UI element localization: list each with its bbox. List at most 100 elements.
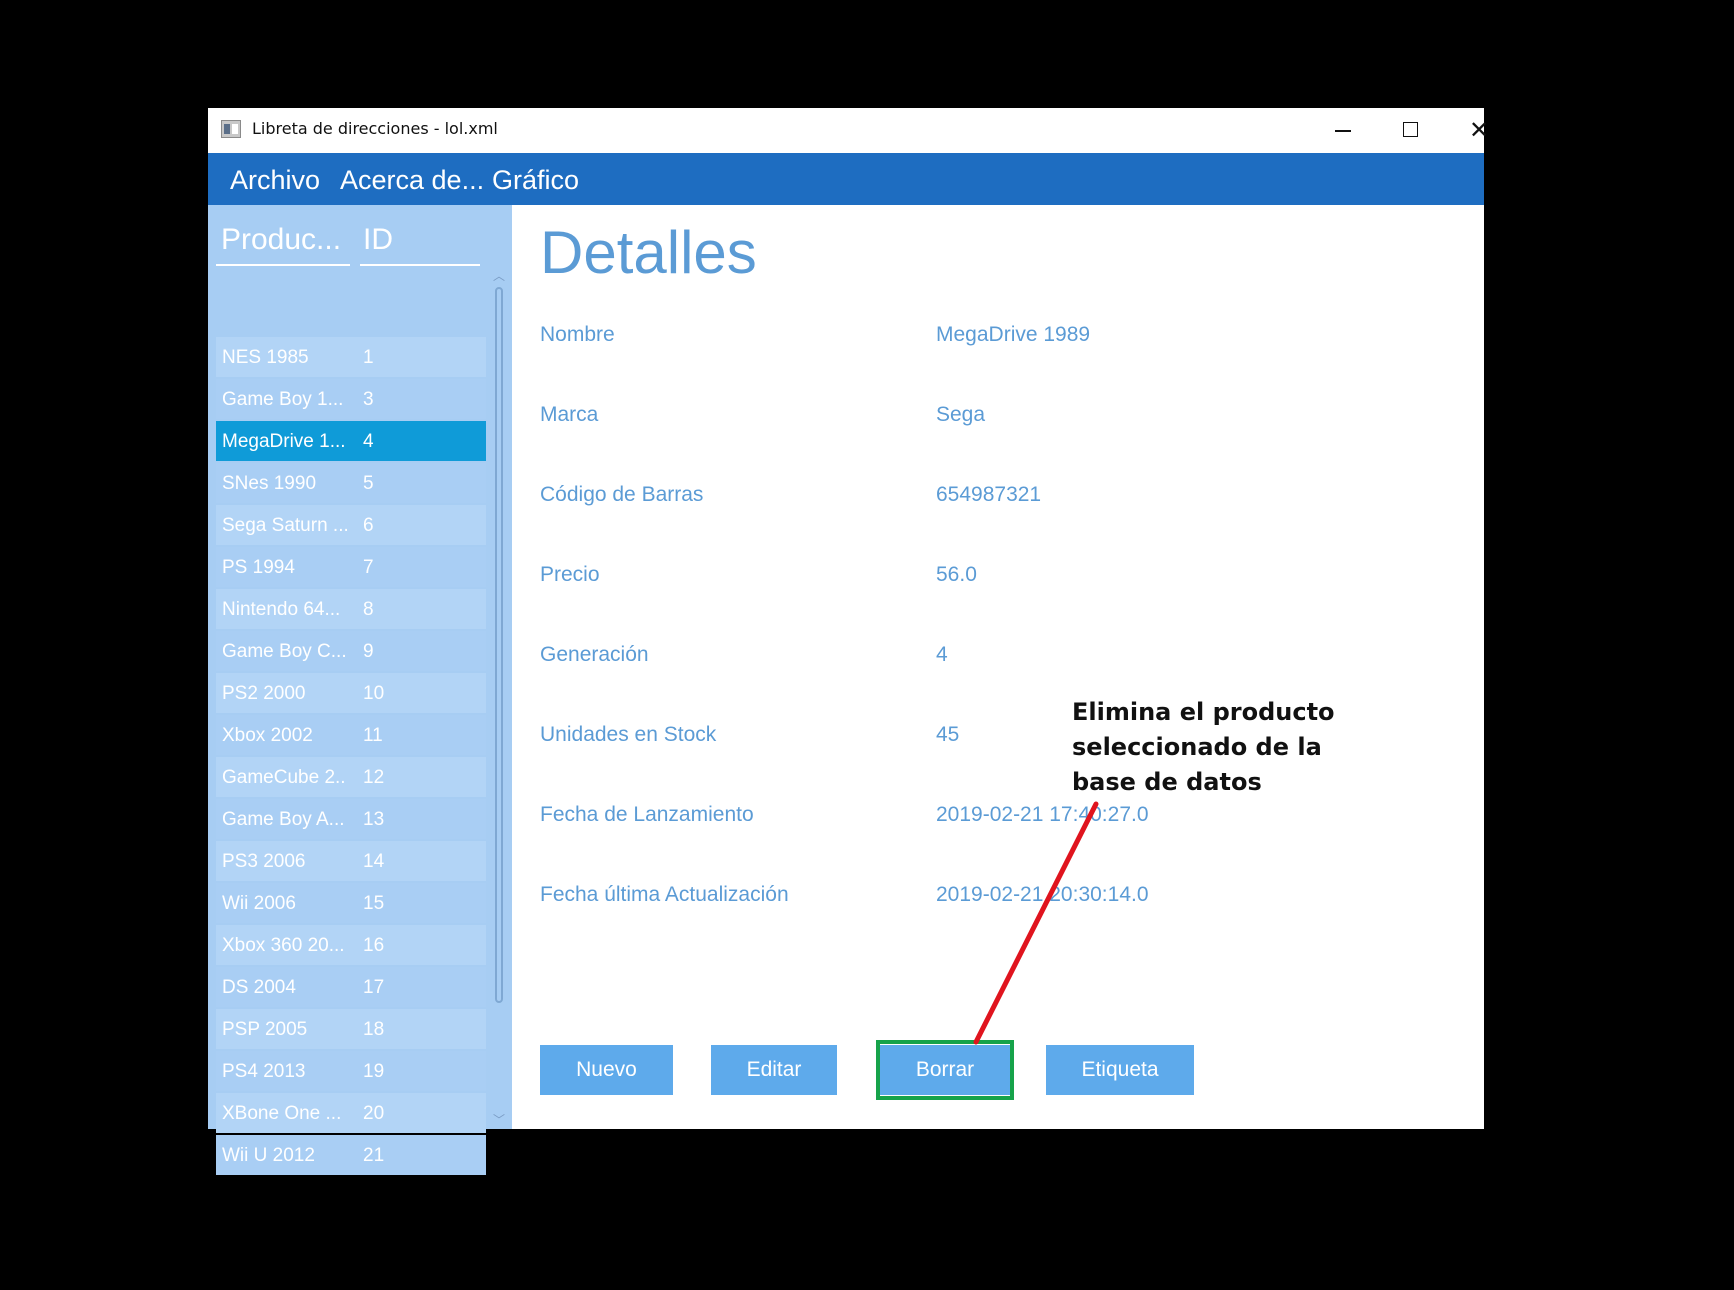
column-header-producto[interactable]: Produc... xyxy=(221,223,346,257)
list-item-id: 19 xyxy=(363,1061,385,1082)
field-label-precio: Precio xyxy=(540,563,600,586)
window-title: Libreta de direcciones - lol.xml xyxy=(252,119,498,138)
list-item-id: 6 xyxy=(363,515,374,536)
list-item[interactable]: Game Boy C... 9 xyxy=(216,631,486,671)
field-label-unidades-stock: Unidades en Stock xyxy=(540,723,717,746)
list-item-name: PS4 2013 xyxy=(222,1061,306,1082)
list-item[interactable]: XBone One ... 20 xyxy=(216,1093,486,1133)
field-value-precio: 56.0 xyxy=(936,563,977,586)
list-item-id: 10 xyxy=(363,683,385,704)
etiqueta-button[interactable]: Etiqueta xyxy=(1046,1045,1194,1095)
field-value-nombre: MegaDrive 1989 xyxy=(936,323,1091,346)
list-item-name: Wii U 2012 xyxy=(222,1145,315,1166)
app-window: Libreta de direcciones - lol.xml ✕ Archi… xyxy=(208,108,1489,1175)
list-item[interactable]: Game Boy 1... 3 xyxy=(216,379,486,419)
list-item-name: GameCube 2... xyxy=(222,767,347,788)
list-item-name: XBone One ... xyxy=(222,1103,342,1124)
nuevo-button[interactable]: Nuevo xyxy=(540,1045,673,1095)
maximize-icon xyxy=(1403,122,1418,137)
field-value-generacion: 4 xyxy=(936,643,948,666)
editar-button[interactable]: Editar xyxy=(711,1045,837,1095)
list-item-name: Wii 2006 xyxy=(222,893,296,914)
minimize-button[interactable] xyxy=(1312,112,1374,148)
list-scrollbar[interactable]: ︿ ﹀ xyxy=(491,265,507,1129)
list-item[interactable]: Xbox 360 20... 16 xyxy=(216,925,486,965)
annotation-callout: Elimina el producto seleccionado de la b… xyxy=(1072,695,1392,800)
list-item-name: PS 1994 xyxy=(222,557,295,578)
list-item[interactable]: MegaDrive 1... 4 xyxy=(216,421,486,461)
field-label-fecha-actualizacion: Fecha última Actualización xyxy=(540,883,789,906)
list-item-id: 3 xyxy=(363,389,374,410)
list-item-name: PS3 2006 xyxy=(222,851,306,872)
list-item[interactable]: GameCube 2... 12 xyxy=(216,757,486,797)
menu-bar: Archivo Acerca de... Gráfico xyxy=(208,153,1484,205)
field-value-fecha-actualizacion: 2019-02-21 20:30:14.0 xyxy=(936,883,1149,906)
list-item-id: 4 xyxy=(363,431,374,452)
list-item-id: 12 xyxy=(363,767,385,788)
field-label-codigo-barras: Código de Barras xyxy=(540,483,704,506)
list-item-name: Xbox 360 20... xyxy=(222,935,345,956)
list-item-id: 8 xyxy=(363,599,374,620)
list-item[interactable]: PS 1994 7 xyxy=(216,547,486,587)
list-item-id: 15 xyxy=(363,893,385,914)
close-button[interactable]: ✕ xyxy=(1448,112,1510,148)
list-item-id: 20 xyxy=(363,1103,385,1124)
column-divider xyxy=(216,264,350,266)
chevron-up-icon[interactable]: ︿ xyxy=(493,267,505,284)
list-item-name: SNes 1990 xyxy=(222,473,317,494)
annotation-line: Elimina el producto xyxy=(1072,698,1335,726)
menu-archivo[interactable]: Archivo xyxy=(230,165,320,196)
field-value-codigo-barras: 654987321 xyxy=(936,483,1042,506)
annotation-line: seleccionado de la xyxy=(1072,733,1322,761)
close-icon: ✕ xyxy=(1469,116,1490,144)
field-label-nombre: Nombre xyxy=(540,323,615,346)
list-item[interactable]: PS2 2000 10 xyxy=(216,673,486,713)
list-item[interactable]: PSP 2005 18 xyxy=(216,1009,486,1049)
list-item[interactable]: SNes 1990 5 xyxy=(216,463,486,503)
list-item-id: 16 xyxy=(363,935,385,956)
list-item-name: Game Boy C... xyxy=(222,641,347,662)
details-title: Detalles xyxy=(540,219,757,286)
list-item[interactable]: PS3 2006 14 xyxy=(216,841,486,881)
list-item-name: Sega Saturn ... xyxy=(222,515,347,536)
list-item-id: 7 xyxy=(363,557,374,578)
list-item[interactable]: NES 1985 1 xyxy=(216,337,486,377)
field-label-generacion: Generación xyxy=(540,643,649,666)
list-item-id: 1 xyxy=(363,347,374,368)
column-divider xyxy=(360,264,480,266)
app-icon xyxy=(221,120,241,138)
list-item[interactable]: PS4 2013 19 xyxy=(216,1051,486,1091)
field-value-marca: Sega xyxy=(936,403,986,426)
list-item-name: NES 1985 xyxy=(222,347,309,368)
column-header-id[interactable]: ID xyxy=(363,223,433,257)
menu-grafico[interactable]: Gráfico xyxy=(492,165,579,196)
list-item[interactable]: Sega Saturn ... 6 xyxy=(216,505,486,545)
maximize-button[interactable] xyxy=(1380,112,1442,148)
list-item-name: Game Boy A... xyxy=(222,809,345,830)
menu-acerca-de[interactable]: Acerca de... xyxy=(340,165,484,196)
list-item-id: 11 xyxy=(363,725,383,746)
field-label-fecha-lanzamiento: Fecha de Lanzamiento xyxy=(540,803,754,826)
field-label-marca: Marca xyxy=(540,403,599,426)
list-item-id: 14 xyxy=(363,851,385,872)
list-item[interactable]: Wii U 2012 21 xyxy=(216,1135,486,1175)
list-item-name: PS2 2000 xyxy=(222,683,306,704)
field-value-unidades-stock: 45 xyxy=(936,723,960,746)
list-item[interactable]: Wii 2006 15 xyxy=(216,883,486,923)
list-item-id: 18 xyxy=(363,1019,385,1040)
list-item[interactable]: Xbox 2002 11 xyxy=(216,715,486,755)
borrar-highlight-frame xyxy=(876,1040,1014,1100)
list-item-name: Nintendo 64... xyxy=(222,599,341,620)
scrollbar-thumb[interactable] xyxy=(495,287,503,1003)
list-item[interactable]: DS 2004 17 xyxy=(216,967,486,1007)
list-item-id: 13 xyxy=(363,809,385,830)
list-item-id: 17 xyxy=(363,977,385,998)
list-item-id: 5 xyxy=(363,473,374,494)
title-bar: Libreta de direcciones - lol.xml ✕ xyxy=(208,108,1489,153)
list-item[interactable]: Nintendo 64... 8 xyxy=(216,589,486,629)
list-item[interactable]: Game Boy A... 13 xyxy=(216,799,486,839)
list-item-name: PSP 2005 xyxy=(222,1019,308,1040)
chevron-down-icon[interactable]: ﹀ xyxy=(493,1111,505,1128)
list-item-name: Xbox 2002 xyxy=(222,725,313,746)
list-item-id: 21 xyxy=(363,1145,385,1166)
